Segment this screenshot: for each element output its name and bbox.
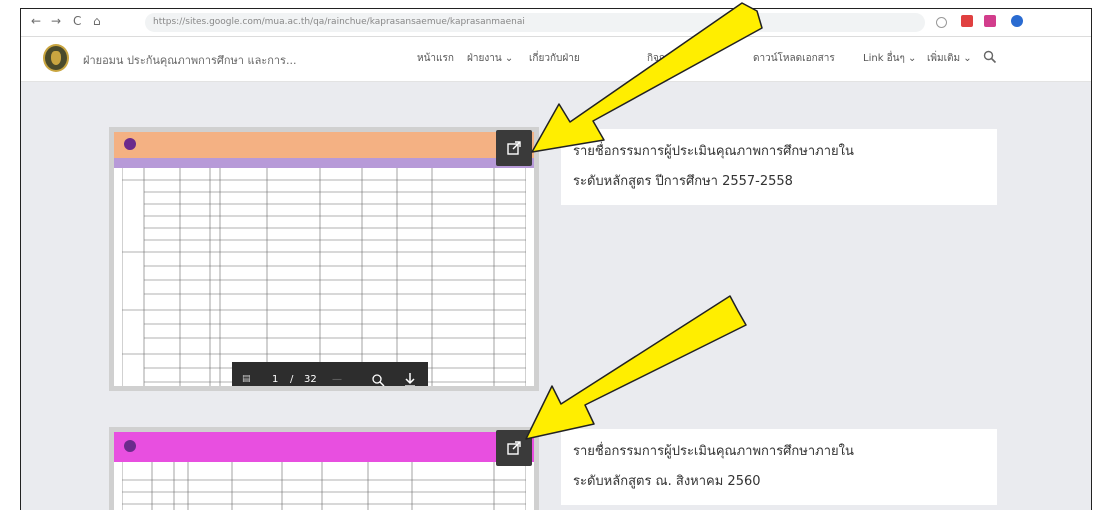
annotation-arrow-1 (531, 2, 763, 153)
annotation-arrows (525, 2, 763, 440)
annotation-arrow-2 (525, 295, 747, 440)
